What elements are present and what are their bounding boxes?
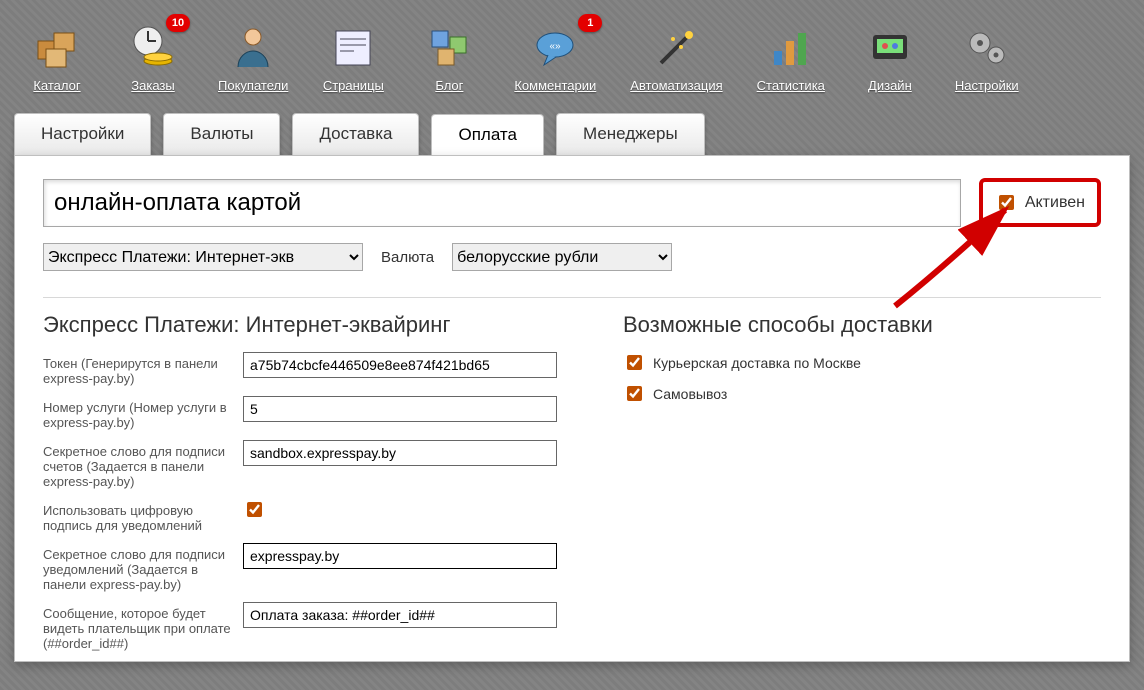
currency-label: Валюта [381,249,434,266]
nav-label: Страницы [323,78,384,93]
service-input[interactable] [243,396,557,422]
tabs-bar: Настройки Валюты Доставка Оплата Менедже… [0,113,1144,155]
module-select[interactable]: Экспресс Платежи: Интернет-экв [43,243,363,271]
active-checkbox[interactable] [999,195,1014,210]
nav-label: Покупатели [218,78,288,93]
message-input[interactable] [243,602,557,628]
left-section-title: Экспресс Платежи: Интернет-эквайринг [43,312,563,338]
tab-settings[interactable]: Настройки [14,113,151,155]
active-toggle[interactable]: Активен [979,178,1101,227]
wand-icon [649,22,703,72]
nav-label: Статистика [757,78,825,93]
top-nav: Каталог 10 Заказы Покупатели Страницы Бл… [0,0,1144,107]
gears-icon [960,22,1014,72]
nav-label: Комментарии [514,78,596,93]
tab-payment[interactable]: Оплата [431,114,543,156]
delivery-checkbox[interactable] [627,386,642,401]
message-label: Сообщение, которое будет видеть плательщ… [43,602,243,651]
palette-icon [863,22,917,72]
content-panel: Активен Экспресс Платежи: Интернет-экв В… [14,155,1130,662]
speech-icon: «» [528,22,582,72]
bars-icon [764,22,818,72]
delivery-label: Курьерская доставка по Москве [653,355,861,371]
token-label: Токен (Генерирутся в панели express-pay.… [43,352,243,386]
nav-settings[interactable]: Настройки [955,22,1019,93]
nav-customers[interactable]: Покупатели [218,22,288,93]
nav-label: Каталог [33,78,80,93]
tab-currencies[interactable]: Валюты [163,113,280,155]
service-label: Номер услуги (Номер услуги в express-pay… [43,396,243,430]
badge: 10 [166,14,190,32]
secret-bill-label: Секретное слово для подписи счетов (Зада… [43,440,243,489]
nav-blog[interactable]: Блог [418,22,480,93]
newspaper-icon [326,22,380,72]
use-sign-checkbox[interactable] [247,502,262,517]
nav-orders[interactable]: 10 Заказы [122,22,184,93]
nav-design[interactable]: Дизайн [859,22,921,93]
delivery-option[interactable]: Самовывоз [623,383,1101,404]
currency-select[interactable]: белорусские рубли [452,243,672,271]
svg-text:«»: «» [550,41,562,52]
active-label: Активен [1025,194,1085,212]
nav-catalog[interactable]: Каталог [26,22,88,93]
delivery-label: Самовывоз [653,386,727,402]
nav-label: Настройки [955,78,1019,93]
boxes-icon [30,22,84,72]
delivery-option[interactable]: Курьерская доставка по Москве [623,352,1101,373]
nav-stats[interactable]: Статистика [757,22,825,93]
person-icon [226,22,280,72]
secret-notify-label: Секретное слово для подписи уведомлений … [43,543,243,592]
blocks-icon [422,22,476,72]
secret-bill-input[interactable] [243,440,557,466]
use-sign-label: Использовать цифровую подпись для уведом… [43,499,243,533]
nav-pages[interactable]: Страницы [322,22,384,93]
delivery-checkbox[interactable] [627,355,642,370]
tab-managers[interactable]: Менеджеры [556,113,705,155]
nav-label: Блог [435,78,463,93]
divider [43,297,1101,298]
token-input[interactable] [243,352,557,378]
right-section-title: Возможные способы доставки [623,312,1101,338]
nav-label: Дизайн [868,78,912,93]
payment-name-input[interactable] [43,179,961,227]
nav-automation[interactable]: Автоматизация [630,22,722,93]
nav-label: Заказы [131,78,174,93]
tab-delivery[interactable]: Доставка [292,113,419,155]
badge: 1 [578,14,602,32]
nav-comments[interactable]: «» 1 Комментарии [514,22,596,93]
nav-label: Автоматизация [630,78,722,93]
secret-notify-input[interactable] [243,543,557,569]
